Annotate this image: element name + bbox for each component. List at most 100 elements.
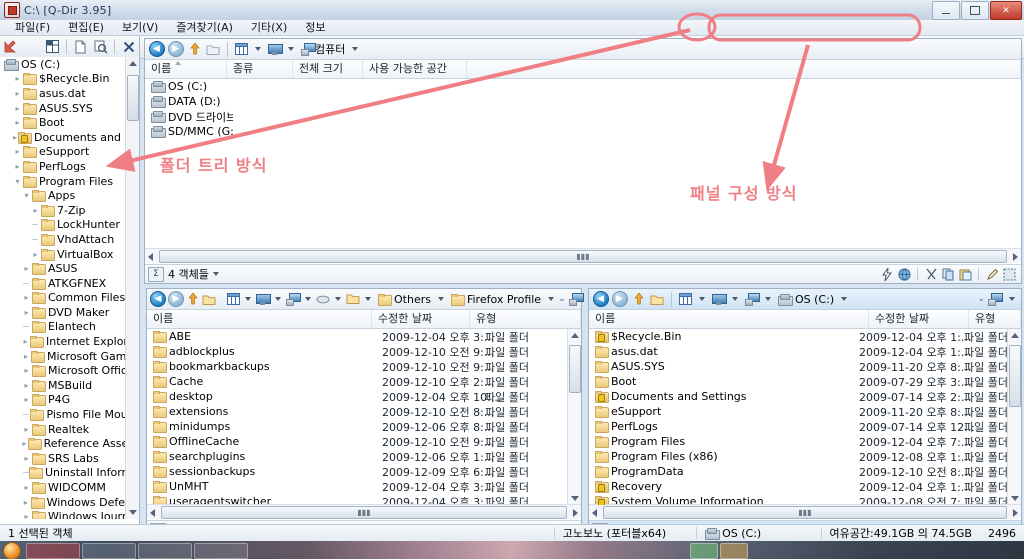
chevron-right-icon[interactable]: ▸ [13, 118, 22, 127]
view-mode-caret[interactable] [245, 297, 251, 301]
breadcrumb-os-c[interactable]: OS (C:) [775, 291, 837, 308]
chevron-down-icon[interactable]: ▾ [13, 177, 22, 186]
tree-item[interactable]: ▸ Documents and Sett [0, 130, 139, 145]
table-row[interactable]: $Recycle.Bin 2009-12-04 오후 1:... 파일 폴더 [589, 329, 1008, 344]
menu-item-info[interactable]: 정보 [296, 21, 334, 35]
chevron-right-icon[interactable]: ▸ [22, 395, 31, 404]
tree-item[interactable]: ▸ WIDCOMM [0, 480, 139, 495]
chevron-right-icon[interactable]: ▸ [22, 337, 29, 346]
tree-item[interactable]: ▸ 7-Zip [0, 203, 139, 218]
table-row[interactable]: asus.dat 2009-12-04 오후 1:... 파일 폴더 [589, 344, 1008, 359]
tree-item[interactable]: ▸ Common Files [0, 291, 139, 306]
tree-item[interactable]: ▸ DVD Maker [0, 305, 139, 320]
tree-item[interactable]: Pismo File Mount [0, 407, 139, 422]
back-button[interactable]: ◀ [150, 291, 166, 308]
maximize-button[interactable] [961, 1, 989, 20]
taskbar-item[interactable] [720, 543, 748, 559]
monitor-caret[interactable] [288, 47, 294, 51]
taskbar-item[interactable] [138, 543, 192, 559]
column-header-name[interactable]: 이름 [147, 310, 372, 328]
table-row[interactable]: SD/MMC (G:) [145, 124, 1008, 139]
chevron-right-icon[interactable]: ▸ [13, 89, 22, 98]
scroll-down-arrow-icon[interactable] [571, 496, 579, 501]
hscroll-right-arrow-icon[interactable] [573, 509, 578, 517]
chevron-right-icon[interactable]: ▸ [22, 425, 31, 434]
scroll-down-arrow-icon[interactable] [1011, 496, 1019, 501]
chevron-down-double-icon[interactable]: ⌄ [977, 294, 985, 304]
close-button[interactable]: ✕ [990, 1, 1022, 20]
table-row[interactable]: Boot 2009-07-29 오후 3:... 파일 폴더 [589, 374, 1008, 389]
network-caret[interactable] [1009, 297, 1015, 301]
breadcrumb-caret[interactable] [841, 297, 848, 301]
table-row[interactable]: searchplugins 2009-12-06 오후 1:... 파일 폴더 [147, 449, 568, 464]
column-header-name[interactable]: 이름 [145, 60, 227, 78]
chevron-right-icon[interactable]: ▸ [13, 104, 22, 113]
menu-item-extras[interactable]: 기타(X) [242, 21, 296, 35]
rename-pencil-icon[interactable] [985, 267, 999, 281]
tree-item[interactable]: ▸ P4G [0, 393, 139, 408]
menu-item-file[interactable]: 파일(F) [6, 21, 59, 35]
chevron-down-double-icon[interactable]: ⌄ [558, 294, 566, 304]
table-row[interactable]: DVD 드라이브 (E:) [145, 109, 1008, 124]
table-row[interactable]: Documents and Settings 2009-07-14 오후 2:..… [589, 389, 1008, 404]
panel-top-hscrollbar[interactable]: ▮▮▮ [145, 248, 1021, 263]
tree-item[interactable]: LockHunter [0, 218, 139, 233]
chevron-right-icon[interactable]: ▸ [22, 512, 31, 519]
hscroll-thumb[interactable]: ▮▮▮ [161, 506, 567, 519]
tree-item[interactable]: ▸ Microsoft Games [0, 349, 139, 364]
globe-icon[interactable] [897, 267, 911, 281]
network-computer-icon[interactable] [286, 291, 301, 308]
tree-root-icon[interactable] [1, 37, 19, 57]
table-row[interactable]: ABE 2009-12-04 오후 3:... 파일 폴더 [147, 329, 568, 344]
tree-item[interactable]: ▸ SRS Labs [0, 451, 139, 466]
panel-bl-file-list[interactable]: ABE 2009-12-04 오후 3:... 파일 폴더 adblockplus 20… [147, 329, 568, 505]
minimize-button[interactable] [932, 1, 960, 20]
network-icon[interactable] [988, 293, 1003, 306]
table-row[interactable]: Program Files 2009-12-04 오후 7:... 파일 폴더 [589, 434, 1008, 449]
chevron-right-icon[interactable]: ▸ [22, 498, 30, 507]
table-row[interactable]: Cache 2009-12-10 오후 2:... 파일 폴더 [147, 374, 568, 389]
chevron-right-icon[interactable]: ▸ [22, 454, 31, 463]
copy-icon[interactable] [941, 267, 955, 281]
scroll-up-arrow-icon[interactable] [129, 61, 137, 66]
close-tree-icon[interactable] [120, 37, 138, 57]
panel-br-file-list[interactable]: $Recycle.Bin 2009-12-04 오후 1:... 파일 폴더 asus… [589, 329, 1008, 505]
breadcrumb-others[interactable]: Others [375, 291, 434, 308]
column-header-type[interactable]: 유형 [470, 310, 581, 328]
chevron-right-icon[interactable]: ▸ [22, 352, 30, 361]
computer-monitor-icon[interactable] [256, 291, 271, 308]
tree-item[interactable]: ATKGFNEX [0, 276, 139, 291]
cut-icon[interactable] [924, 267, 938, 281]
chevron-right-icon[interactable]: ▸ [22, 264, 31, 273]
table-row[interactable]: eSupport 2009-11-20 오후 8:... 파일 폴더 [589, 404, 1008, 419]
menu-item-edit[interactable]: 편집(E) [59, 21, 113, 35]
chevron-right-icon[interactable]: ▸ [13, 147, 22, 156]
tree-item[interactable]: ▸ Microsoft Office [0, 363, 139, 378]
scroll-thumb[interactable] [127, 75, 139, 121]
tree-item[interactable]: ▸ ASUS [0, 261, 139, 276]
scroll-thumb[interactable] [1009, 345, 1021, 407]
breadcrumb-others-caret[interactable] [437, 297, 444, 301]
view-mode-icon[interactable] [233, 41, 250, 58]
new-file-icon[interactable] [72, 37, 90, 57]
up-button[interactable] [186, 291, 200, 308]
tree-item[interactable]: ▸ Internet Explorer [0, 334, 139, 349]
table-row[interactable]: Recovery 2009-12-04 오후 1:... 파일 폴더 [589, 479, 1008, 494]
hscroll-thumb[interactable]: ▮▮▮ [159, 250, 1007, 263]
table-row[interactable]: sessionbackups 2009-12-09 오후 6:... 파일 폴더 [147, 464, 568, 479]
view-mode-icon[interactable] [227, 291, 240, 308]
tree-item[interactable]: VhdAttach [0, 232, 139, 247]
column-header-date[interactable]: 수정한 날짜 [372, 310, 470, 328]
view-mode-caret[interactable] [699, 297, 705, 301]
table-row[interactable]: desktop 2009-12-04 오후 10:... 파일 폴더 [147, 389, 568, 404]
folder-icon[interactable] [346, 291, 360, 308]
breadcrumb-computer[interactable]: 컴퓨터 [298, 41, 348, 58]
chevron-right-icon[interactable]: ▸ [22, 439, 27, 448]
up-button[interactable] [186, 41, 203, 58]
table-row[interactable]: minidumps 2009-12-06 오후 8:... 파일 폴더 [147, 419, 568, 434]
netpc-caret[interactable] [765, 297, 771, 301]
folder-tree[interactable]: OS (C:) ▸ $Recycle.Bin ▸ asus.dat ▸ ASUS.SYS ▸… [0, 57, 139, 519]
table-row[interactable]: DATA (D:) [145, 94, 1008, 109]
menu-item-favorites[interactable]: 즐겨찾기(A) [167, 21, 242, 35]
column-header-name[interactable]: 이름 [589, 310, 869, 328]
